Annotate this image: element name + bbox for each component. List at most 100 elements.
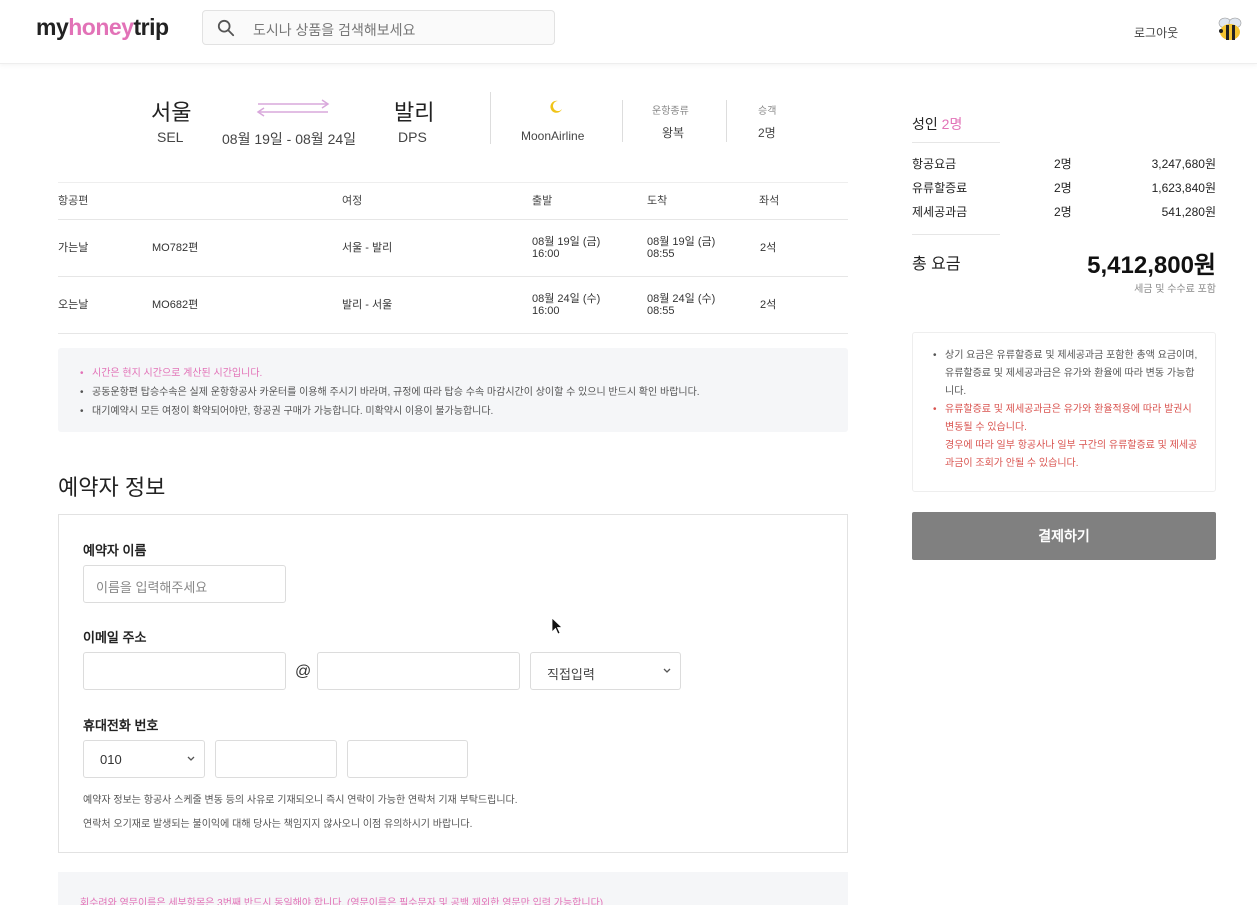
destination-city: 발리 — [394, 100, 435, 125]
fare-count: 2명 — [1054, 205, 1072, 219]
seats-label: 승객 — [758, 106, 777, 117]
name-notice: 회수려와 영문이름은 세부항목은 3번째 반드시 동일해야 합니다. (영문이름… — [58, 872, 848, 905]
logo-part-trip: trip — [133, 14, 169, 40]
logo-part-my: my — [36, 14, 69, 40]
dep-date: 08월 24일 (수) — [532, 293, 601, 305]
table-row: 오는날 MO682편 발리 - 서울 08월 24일 (수) 16:00 08월… — [58, 277, 848, 334]
flight-number: MO682편 — [152, 299, 199, 311]
divider — [912, 142, 1000, 143]
divider — [490, 92, 491, 144]
pay-button[interactable]: 결제하기 — [912, 512, 1216, 560]
adult-prefix: 성인 — [912, 116, 942, 132]
name-placeholder: 이름을 입력해주세요 — [96, 580, 208, 595]
route: 서울 - 발리 — [342, 242, 393, 254]
booker-form: 예약자 이름 이름을 입력해주세요 이메일 주소 @ 직접입력 휴대전화 번호 … — [58, 514, 848, 853]
mouse-cursor-icon — [551, 617, 563, 635]
table-header: 항공편 여정 출발 도착 좌석 — [58, 182, 848, 220]
phone-prefix-value: 010 — [100, 752, 122, 767]
email-label: 이메일 주소 — [83, 630, 147, 645]
arr-time: 08:55 — [647, 248, 675, 260]
arr-date: 08월 24일 (수) — [647, 293, 716, 305]
divider — [912, 234, 1000, 235]
flight-table: 항공편 여정 출발 도착 좌석 가는날 MO782편 서울 - 발리 08월 1… — [58, 182, 848, 334]
trip-type-label: 운항종류 — [652, 106, 689, 117]
col-route: 여정 — [342, 195, 363, 207]
leg-label: 가는날 — [58, 242, 89, 254]
trip-type-value: 왕복 — [662, 126, 685, 140]
fare-notice-item: 유류할증료 및 제세공과금은 유가와 환율적용에 따라 발권시 변동될 수 있습… — [933, 401, 1199, 473]
col-flight: 항공편 — [58, 195, 89, 207]
logout-link[interactable]: 로그아웃 — [1134, 24, 1178, 41]
search-input[interactable]: 도시나 상품을 검색해보세요 — [253, 20, 415, 40]
fare-row: 항공요금 2명 3,247,680원 — [912, 155, 1216, 175]
email-domain-input[interactable] — [317, 652, 520, 690]
email-domain-selected: 직접입력 — [547, 667, 595, 682]
airline-name: MoonAirline — [521, 129, 585, 143]
destination-code: DPS — [398, 129, 427, 145]
name-input[interactable]: 이름을 입력해주세요 — [83, 565, 286, 603]
divider — [726, 100, 727, 142]
seat-count: 2석 — [760, 242, 777, 254]
fare-notice-line: 경우에 따라 일부 항공사나 일부 구간의 유류할증료 및 제세공과금이 조회가… — [945, 440, 1198, 469]
seats-value: 2명 — [758, 126, 776, 140]
total-label: 총 요금 — [912, 256, 961, 273]
logo-part-honey: honey — [68, 14, 134, 40]
seat-count: 2석 — [760, 299, 777, 311]
total-note: 세금 및 수수료 포함 — [1134, 284, 1216, 295]
logo[interactable]: myhoneytrip — [36, 14, 169, 41]
name-label: 예약자 이름 — [83, 543, 147, 558]
chevron-down-icon — [187, 756, 195, 761]
table-row: 가는날 MO782편 서울 - 발리 08월 19일 (금) 16:00 08월… — [58, 220, 848, 277]
fare-notice-line: 유류할증료 및 제세공과금은 유가와 환율적용에 따라 발권시 변동될 수 있습… — [945, 404, 1192, 433]
arr-date: 08월 19일 (금) — [647, 236, 716, 248]
travel-dates: 08월 19일 - 08월 24일 — [222, 131, 357, 147]
fare-row: 유류할증료 2명 1,623,840원 — [912, 179, 1216, 199]
moon-airline-icon — [550, 100, 562, 113]
dep-date: 08월 19일 (금) — [532, 236, 601, 248]
total-value: 5,412,800원 — [1087, 252, 1216, 279]
origin-city: 서울 — [151, 100, 192, 125]
name-notice-text: 회수려와 영문이름은 세부항목은 3번째 반드시 동일해야 합니다. (영문이름… — [80, 898, 604, 905]
top-header: myhoneytrip 도시나 상품을 검색해보세요 로그아웃 — [0, 0, 1257, 64]
fare-price: 541,280원 — [1161, 205, 1216, 219]
arr-time: 08:55 — [647, 305, 675, 317]
fare-label: 유류할증료 — [912, 181, 968, 195]
email-at-sign: @ — [295, 663, 312, 680]
divider — [622, 100, 623, 142]
notice-item: 공동운항편 탑승수속은 실제 운항항공사 카운터를 이용해 주시기 바라며, 규… — [80, 383, 700, 402]
fare-price: 3,247,680원 — [1151, 157, 1216, 171]
dep-time: 16:00 — [532, 305, 560, 317]
passenger-summary: 성인 2명 — [912, 114, 962, 134]
col-arrival: 도착 — [647, 195, 668, 207]
search-icon — [217, 19, 235, 37]
route-arrows-icon — [256, 99, 330, 117]
route: 발리 - 서울 — [342, 299, 393, 311]
fare-count: 2명 — [1054, 181, 1072, 195]
fare-row: 제세공과금 2명 541,280원 — [912, 203, 1216, 223]
col-seats: 좌석 — [759, 195, 780, 207]
phone-prefix-select[interactable]: 010 — [83, 740, 205, 778]
adult-count: 2명 — [941, 116, 963, 132]
flight-notice: 시간은 현지 시간으로 계산된 시간입니다. 공동운항편 탑승수속은 실제 운항… — [58, 348, 848, 432]
booker-info-title: 예약자 정보 — [58, 475, 166, 500]
email-id-input[interactable] — [83, 652, 286, 690]
form-note: 예약자 정보는 항공사 스케줄 변동 등의 사유로 기재되오니 즉시 연락이 가… — [83, 795, 518, 806]
bee-avatar-icon[interactable] — [1216, 16, 1244, 42]
fare-label: 항공요금 — [912, 157, 957, 171]
dep-time: 16:00 — [532, 248, 560, 260]
flight-number: MO782편 — [152, 242, 199, 254]
phone-middle-input[interactable] — [215, 740, 337, 778]
phone-label: 휴대전화 번호 — [83, 718, 159, 733]
fare-notice-item: 상기 요금은 유류할증료 및 제세공과금 포함한 총액 요금이며, 유류할증료 … — [933, 347, 1199, 401]
col-departure: 출발 — [532, 195, 553, 207]
notice-item: 대기예약시 모든 여정이 확약되어야만, 항공권 구매가 가능합니다. 미확약시… — [80, 402, 700, 421]
fare-price: 1,623,840원 — [1151, 181, 1216, 195]
fare-count: 2명 — [1054, 157, 1072, 171]
fare-notice: 상기 요금은 유류할증료 및 제세공과금 포함한 총액 요금이며, 유류할증료 … — [912, 332, 1216, 492]
notice-item: 시간은 현지 시간으로 계산된 시간입니다. — [80, 364, 700, 383]
phone-last-input[interactable] — [347, 740, 468, 778]
search-bar[interactable]: 도시나 상품을 검색해보세요 — [202, 10, 555, 45]
leg-label: 오는날 — [58, 299, 89, 311]
email-domain-select[interactable]: 직접입력 — [530, 652, 681, 690]
origin-code: SEL — [157, 129, 184, 145]
